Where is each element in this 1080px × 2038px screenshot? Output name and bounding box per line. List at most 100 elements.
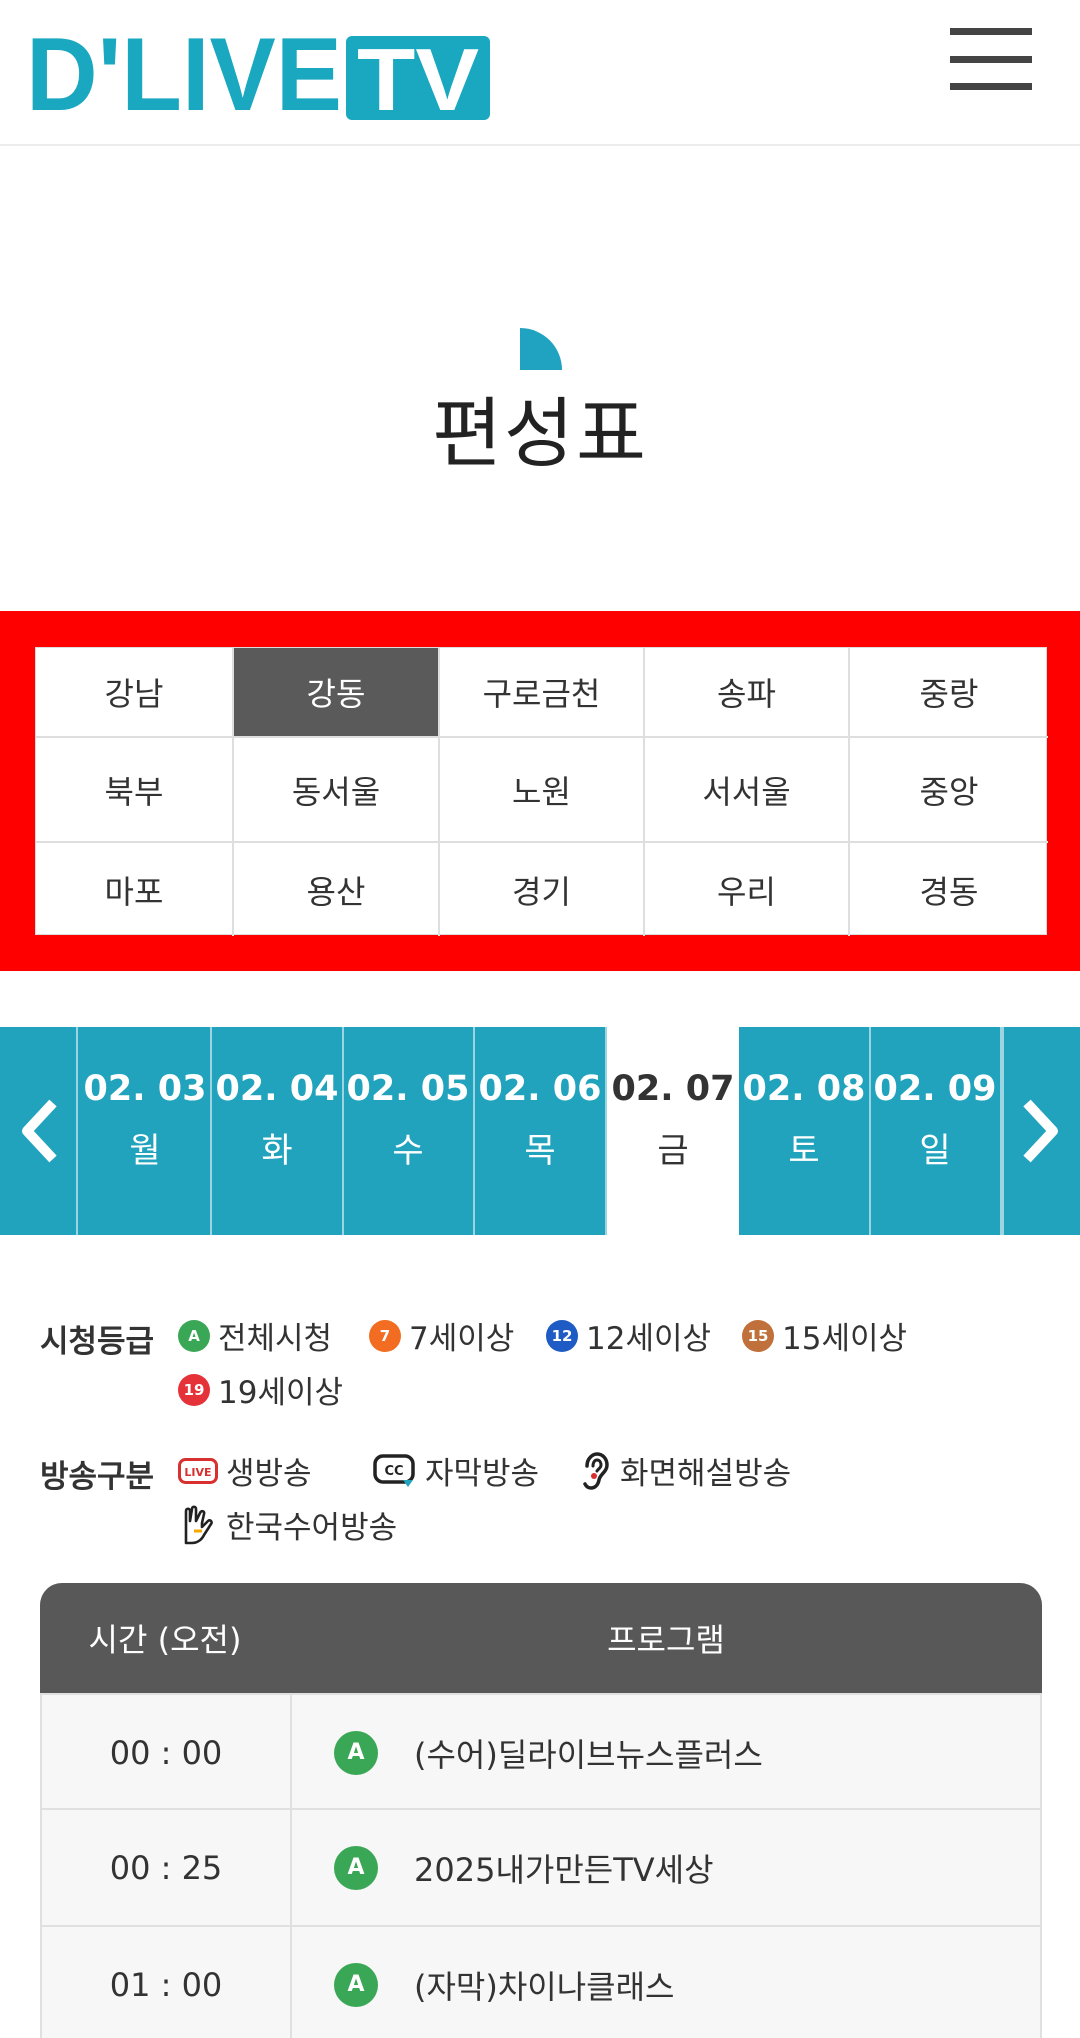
legend-rating-item: 15 15세이상: [742, 1313, 907, 1358]
region-tab[interactable]: 경기: [440, 843, 645, 936]
broadcast-legend-label: 방송구분: [40, 1459, 155, 1495]
schedule-table-header: 시간 (오전) 프로그램: [40, 1583, 1042, 1693]
dlive-tv-logo[interactable]: D'LIVE TV: [24, 14, 490, 120]
rating-label: 15세이상: [782, 1321, 908, 1357]
legend-cc: CC 자막방송: [373, 1448, 539, 1493]
region-tab[interactable]: 마포: [36, 843, 234, 936]
table-row[interactable]: 01 : 00 A (자막)차이나클래스: [40, 1927, 1042, 2038]
legend-cc-label: 자막방송: [425, 1456, 540, 1492]
date-tab-weekday: 일: [919, 1131, 951, 1171]
row-time: 00 : 00: [42, 1695, 292, 1810]
rating-label: 12세이상: [586, 1321, 712, 1357]
page-title: 편성표: [432, 389, 648, 478]
region-tab[interactable]: 우리: [645, 843, 850, 936]
date-tab[interactable]: 02. 09 일: [870, 1027, 1002, 1235]
row-time: 01 : 00: [42, 1927, 292, 2038]
title-decoration-icon: [520, 328, 562, 370]
date-tab[interactable]: 02. 07 금: [607, 1027, 739, 1235]
row-time: 00 : 25: [42, 1810, 292, 1925]
live-icon: LIVE: [178, 1455, 218, 1487]
date-navigation: 02. 03 월 02. 04 화 02. 05 수 02. 06 목 02. 07 금 02. 0…: [0, 1027, 1080, 1235]
date-tab-weekday: 토: [788, 1131, 820, 1171]
rating-badge-icon: 19: [178, 1373, 210, 1406]
row-program: A (자막)차이나클래스: [292, 1927, 1042, 2038]
svg-text:LIVE: LIVE: [184, 1466, 211, 1479]
date-tab[interactable]: 02. 04 화: [212, 1027, 344, 1235]
ear-icon: [578, 1451, 612, 1490]
date-tab-date: 02. 04: [215, 1069, 339, 1109]
table-row[interactable]: 00 : 00 A (수어)딜라이브뉴스플러스: [40, 1693, 1042, 1810]
menu-icon[interactable]: [950, 28, 1032, 90]
date-tab-weekday: 목: [524, 1131, 556, 1171]
date-tab-date: 02. 07: [611, 1069, 735, 1109]
table-row[interactable]: 00 : 25 A 2025내가만든TV세상: [40, 1810, 1042, 1927]
rating-badge-icon: 12: [546, 1319, 578, 1352]
rating-label: 19세이상: [218, 1375, 344, 1411]
legend-rating-item: 12 12세이상: [546, 1313, 711, 1358]
prev-week-button[interactable]: [0, 1027, 78, 1235]
date-tab-date: 02. 06: [478, 1069, 602, 1109]
region-tab[interactable]: 북부: [36, 738, 234, 843]
date-tab-date: 02. 09: [873, 1069, 997, 1109]
legend-live-label: 생방송: [226, 1456, 312, 1492]
legend-rating-item: 7 7세이상: [369, 1313, 514, 1358]
region-tab[interactable]: 동서울: [234, 738, 440, 843]
program-title[interactable]: 2025내가만든TV세상: [414, 1845, 714, 1891]
region-grid: 강남 강동 구로금천 송파 중랑북부 동서울 노원 서서울 중앙마포 용산 경기 우리 경동: [35, 647, 1048, 936]
svg-text:CC: CC: [384, 1464, 403, 1479]
rating-badge-text: 7: [369, 1319, 401, 1352]
region-tab[interactable]: 강동: [234, 648, 440, 738]
header: D'LIVE TV: [0, 0, 1080, 146]
rating-legend-label: 시청등급: [40, 1324, 155, 1360]
rating-badge-text: 19: [178, 1373, 210, 1406]
rating-badge-text: 15: [742, 1319, 774, 1352]
region-tab[interactable]: 중랑: [850, 648, 1048, 738]
legend-sign-language: 한국수어방송: [178, 1502, 397, 1547]
row-program: A (수어)딜라이브뉴스플러스: [292, 1695, 1042, 1810]
date-tab-date: 02. 05: [346, 1069, 470, 1109]
cc-icon: CC: [373, 1453, 417, 1487]
region-tab[interactable]: 구로금천: [440, 648, 645, 738]
rating-badge-icon: A: [178, 1319, 210, 1352]
program-title[interactable]: (자막)차이나클래스: [414, 1962, 675, 2008]
legend-audio-description: 화면해설방송: [578, 1448, 791, 1493]
date-tab[interactable]: 02. 03 월: [80, 1027, 212, 1235]
legend-sign-language-label: 한국수어방송: [226, 1510, 398, 1546]
legend-rating-item: A 전체시청: [178, 1313, 332, 1358]
date-tab[interactable]: 02. 05 수: [343, 1027, 475, 1235]
date-tab[interactable]: 02. 06 목: [475, 1027, 607, 1235]
rating-badge-text: A: [178, 1319, 210, 1352]
svg-text:TV: TV: [357, 30, 479, 120]
chevron-left-icon: [22, 1099, 57, 1163]
date-tab-date: 02. 08: [742, 1069, 866, 1109]
date-tab[interactable]: 02. 08 토: [739, 1027, 871, 1235]
region-tab[interactable]: 노원: [440, 738, 645, 843]
rating-badge-text: 12: [546, 1319, 578, 1352]
region-tab[interactable]: 서서울: [645, 738, 850, 843]
rating-badge-icon: A: [334, 1962, 378, 2007]
date-tab-weekday: 화: [261, 1131, 293, 1171]
rating-label: 전체시청: [218, 1321, 333, 1357]
rating-label: 7세이상: [409, 1321, 515, 1357]
region-tab[interactable]: 용산: [234, 843, 440, 936]
schedule-table: 시간 (오전) 프로그램 00 : 00 A (수어)딜라이브뉴스플러스 00 : 2…: [40, 1583, 1042, 2038]
date-tab-weekday: 월: [129, 1131, 161, 1171]
date-tab-weekday: 금: [657, 1131, 689, 1171]
svg-text:D'LIVE: D'LIVE: [26, 17, 342, 120]
column-header-program: 프로그램: [607, 1621, 725, 1659]
program-title[interactable]: (수어)딜라이브뉴스플러스: [414, 1730, 763, 1776]
rating-badge-icon: 7: [369, 1319, 401, 1352]
region-tab[interactable]: 강남: [36, 648, 234, 738]
rating-badge-icon: A: [334, 1730, 378, 1775]
chevron-right-icon: [1023, 1099, 1058, 1163]
legend-live: LIVE 생방송: [178, 1448, 312, 1493]
region-selector: 강남 강동 구로금천 송파 중랑북부 동서울 노원 서서울 중앙마포 용산 경기 우리 경동: [0, 611, 1080, 971]
column-header-time: 시간 (오전): [88, 1621, 242, 1659]
region-tab[interactable]: 중앙: [850, 738, 1048, 843]
region-tab[interactable]: 경동: [850, 843, 1048, 936]
rating-badge-icon: A: [334, 1845, 378, 1890]
next-week-button[interactable]: [1002, 1027, 1080, 1235]
legend-audio-description-label: 화면해설방송: [620, 1456, 792, 1492]
legend-rating-item: 19 19세이상: [178, 1367, 343, 1412]
region-tab[interactable]: 송파: [645, 648, 850, 738]
